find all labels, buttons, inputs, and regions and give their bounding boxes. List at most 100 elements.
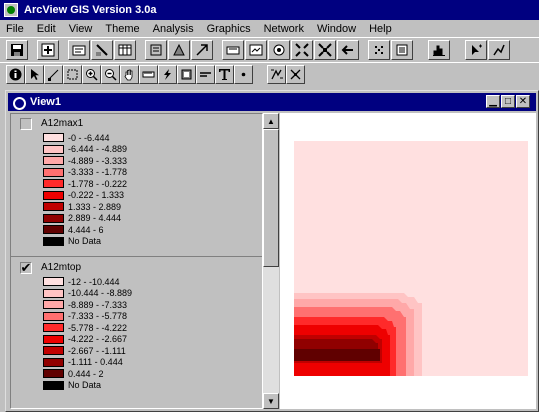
- close-icon: ✕: [518, 95, 528, 107]
- legend-item: -1.111 - 0.444: [43, 357, 132, 369]
- legend-swatch: [43, 213, 64, 223]
- clear-selection-button[interactable]: [391, 39, 413, 60]
- network-tool-button[interactable]: [488, 39, 510, 60]
- snap-icon: [271, 69, 283, 80]
- vertex-edit-tool[interactable]: [44, 65, 63, 84]
- add-theme-button[interactable]: [37, 39, 59, 60]
- theme-entry[interactable]: A12max1 -0 - -6.444 -6.444 - -4.889 -4.8…: [11, 114, 262, 257]
- view-zoom-icon: [12, 96, 26, 110]
- label-tool[interactable]: [196, 65, 215, 84]
- select-by-theme-button[interactable]: [368, 39, 390, 60]
- legend-item: 1.333 - 2.889: [43, 201, 127, 213]
- zoom-out-tool[interactable]: [101, 65, 120, 84]
- zoom-out-center-button[interactable]: [314, 39, 336, 60]
- zoom-selected-button[interactable]: [268, 39, 290, 60]
- legend-label: -3.333 - -1.778: [68, 167, 128, 178]
- view-title-bar[interactable]: View1 ▁ □ ✕: [8, 93, 536, 111]
- text-tool[interactable]: [215, 65, 234, 84]
- edit-legend-button[interactable]: [91, 39, 113, 60]
- pointer-tool[interactable]: [25, 65, 44, 84]
- histogram-icon: [433, 45, 445, 56]
- raster-grid-map: [294, 141, 528, 376]
- scroll-thumb[interactable]: [263, 129, 279, 267]
- close-button[interactable]: ✕: [516, 95, 530, 108]
- layout-button[interactable]: [428, 39, 450, 60]
- minimize-icon: ▁: [489, 95, 497, 107]
- draw-point-tool[interactable]: [234, 65, 253, 84]
- theme-properties-icon: [72, 45, 86, 55]
- menu-help[interactable]: Help: [369, 23, 392, 35]
- view-window: View1 ▁ □ ✕ A12max1 -0 - -6.444 -6.444 -…: [5, 90, 539, 412]
- zoom-previous-button[interactable]: [337, 39, 359, 60]
- measure-tool[interactable]: [139, 65, 158, 84]
- view-title: View1: [30, 96, 61, 108]
- theme-legend: -0 - -6.444 -6.444 - -4.889 -4.889 - -3.…: [43, 132, 127, 247]
- snap-tool[interactable]: [267, 65, 286, 84]
- legend-swatch: [43, 144, 64, 154]
- query-builder-button[interactable]: [168, 39, 190, 60]
- menu-analysis[interactable]: Analysis: [153, 23, 194, 35]
- legend-item: -3.333 - -1.778: [43, 167, 127, 179]
- menu-file[interactable]: File: [6, 23, 24, 35]
- legend-swatch: [43, 156, 64, 166]
- legend-item: -5.778 - -4.222: [43, 322, 132, 334]
- zoom-in-center-button[interactable]: [291, 39, 313, 60]
- theme-visibility-checkbox[interactable]: ✔: [20, 260, 32, 275]
- legend-item: -8.889 - -7.333: [43, 299, 132, 311]
- map-display[interactable]: [280, 113, 536, 409]
- legend-label: No Data: [68, 236, 102, 247]
- legend-label: -2.667 - -1.111: [68, 345, 126, 356]
- save-button[interactable]: [6, 39, 28, 60]
- area-of-interest-tool[interactable]: [177, 65, 196, 84]
- open-table-button[interactable]: [114, 39, 136, 60]
- maximize-button[interactable]: □: [501, 95, 515, 108]
- edit-legend-icon: [96, 43, 108, 56]
- app-title-bar: ArcView GIS Version 3.0a: [0, 0, 539, 20]
- add-theme-icon: [41, 43, 55, 56]
- locate-address-button[interactable]: [191, 39, 213, 60]
- identify-tool[interactable]: [6, 65, 25, 84]
- draw-point-icon: [241, 72, 246, 77]
- legend-item: -2.667 - -1.111: [43, 345, 132, 357]
- zoom-active-themes-button[interactable]: [245, 39, 267, 60]
- zoom-in-tool[interactable]: [82, 65, 101, 84]
- help-pointer-button[interactable]: [465, 39, 487, 60]
- split-icon: [290, 69, 301, 80]
- scroll-down-button[interactable]: ▼: [263, 393, 279, 409]
- theme-entry[interactable]: ✔ A12mtop -12 - -10.444 -10.444 - -8.889…: [11, 258, 262, 408]
- menu-window[interactable]: Window: [317, 23, 356, 35]
- hotlink-bolt-icon: [164, 69, 171, 80]
- hotlink-tool[interactable]: [158, 65, 177, 84]
- find-icon: [150, 44, 162, 55]
- menu-edit[interactable]: Edit: [37, 23, 56, 35]
- menu-view[interactable]: View: [69, 23, 93, 35]
- split-tool[interactable]: [286, 65, 305, 84]
- minimize-button[interactable]: ▁: [486, 95, 500, 108]
- toc-scrollbar[interactable]: ▲ ▼: [263, 113, 279, 409]
- legend-label: -4.889 - -3.333: [68, 155, 128, 166]
- menu-theme[interactable]: Theme: [105, 23, 139, 35]
- legend-label: -5.778 - -4.222: [68, 322, 128, 333]
- menu-graphics[interactable]: Graphics: [207, 23, 251, 35]
- legend-label: 4.444 - 6: [68, 224, 104, 235]
- arcview-globe-icon: [4, 3, 18, 17]
- menu-network[interactable]: Network: [264, 23, 304, 35]
- legend-label: -8.889 - -7.333: [68, 299, 128, 310]
- legend-label: 1.333 - 2.889: [68, 201, 122, 212]
- scroll-up-button[interactable]: ▲: [263, 113, 279, 129]
- theme-properties-button[interactable]: [68, 39, 90, 60]
- pan-tool[interactable]: [120, 65, 139, 84]
- legend-item: -0.222 - 1.333: [43, 190, 127, 202]
- help-pointer-icon: [472, 44, 482, 55]
- legend-item: 4.444 - 6: [43, 224, 127, 236]
- zoom-full-extent-button[interactable]: [222, 39, 244, 60]
- triangle-up-icon: ▲: [267, 116, 275, 126]
- theme-visibility-checkbox[interactable]: [20, 118, 32, 130]
- legend-swatch: [43, 236, 64, 246]
- legend-label: -10.444 - -8.889: [68, 288, 133, 299]
- find-button[interactable]: [145, 39, 167, 60]
- legend-item: No Data: [43, 236, 127, 248]
- select-feature-tool[interactable]: [63, 65, 82, 84]
- select-feature-icon: [67, 69, 78, 80]
- theme-name: A12max1: [41, 118, 84, 129]
